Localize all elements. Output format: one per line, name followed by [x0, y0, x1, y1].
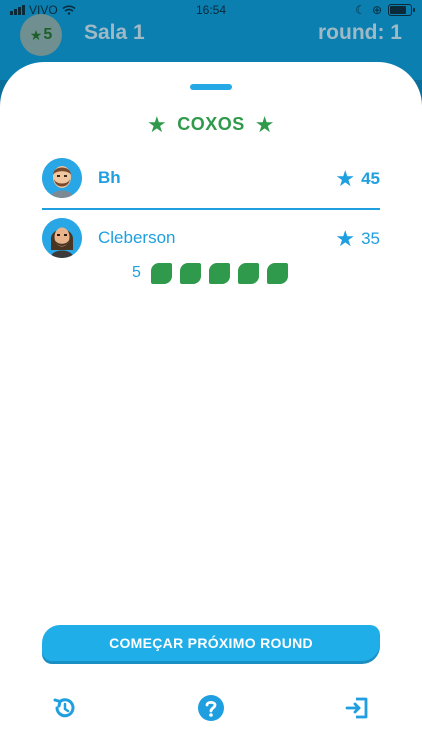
star-icon: ★ — [254, 112, 275, 137]
room-name: Sala 1 — [84, 21, 145, 44]
bearded-man-avatar-icon — [42, 158, 82, 198]
player-score: ★ 35 — [335, 228, 380, 250]
player-score-value: 45 — [361, 169, 380, 188]
player-row: Bh ★ 45 — [42, 158, 380, 198]
sheet-drag-handle[interactable] — [190, 84, 232, 90]
piece-icon — [179, 262, 201, 284]
round-summary-sheet: ★ COXOS ★ Bh ★ 45 Cleberson ★ 35 5 COMEÇ… — [0, 62, 422, 750]
player-name: Bh — [98, 168, 121, 187]
room-row: ★ 5 Sala 1 round: 1 — [0, 14, 422, 56]
start-next-round-button[interactable]: COMEÇAR PRÓXIMO ROUND — [42, 625, 380, 661]
piece-icon — [237, 262, 259, 284]
star-icon: ★ — [147, 112, 168, 137]
piece-icon — [266, 262, 288, 284]
divider — [42, 208, 380, 210]
stars-badge: ★ 5 — [20, 14, 62, 56]
piece-icon — [208, 262, 230, 284]
avatar — [42, 158, 82, 198]
round-label: round: 1 — [318, 21, 402, 44]
player-row: Cleberson ★ 35 — [42, 218, 380, 258]
player-score-value: 35 — [361, 229, 380, 248]
piece-icon — [150, 262, 172, 284]
player-name: Cleberson — [98, 228, 176, 247]
star-icon: ★ — [335, 166, 356, 191]
pieces-count: 5 — [132, 264, 141, 281]
star-icon: ★ — [29, 26, 43, 43]
avatar — [42, 218, 82, 258]
player-score: ★ 45 — [335, 168, 380, 190]
history-icon — [53, 698, 75, 718]
pieces-row: 5 — [132, 262, 288, 284]
team-name: COXOS — [177, 114, 245, 134]
stars-count: 5 — [43, 26, 53, 43]
help-icon — [198, 695, 224, 721]
exit-icon — [345, 697, 368, 719]
team-title: ★ COXOS ★ — [0, 112, 422, 138]
help-button[interactable] — [197, 694, 225, 722]
exit-button[interactable] — [343, 694, 371, 722]
star-icon: ★ — [335, 226, 356, 251]
history-button[interactable] — [51, 694, 79, 722]
long-hair-man-avatar-icon — [42, 218, 82, 258]
